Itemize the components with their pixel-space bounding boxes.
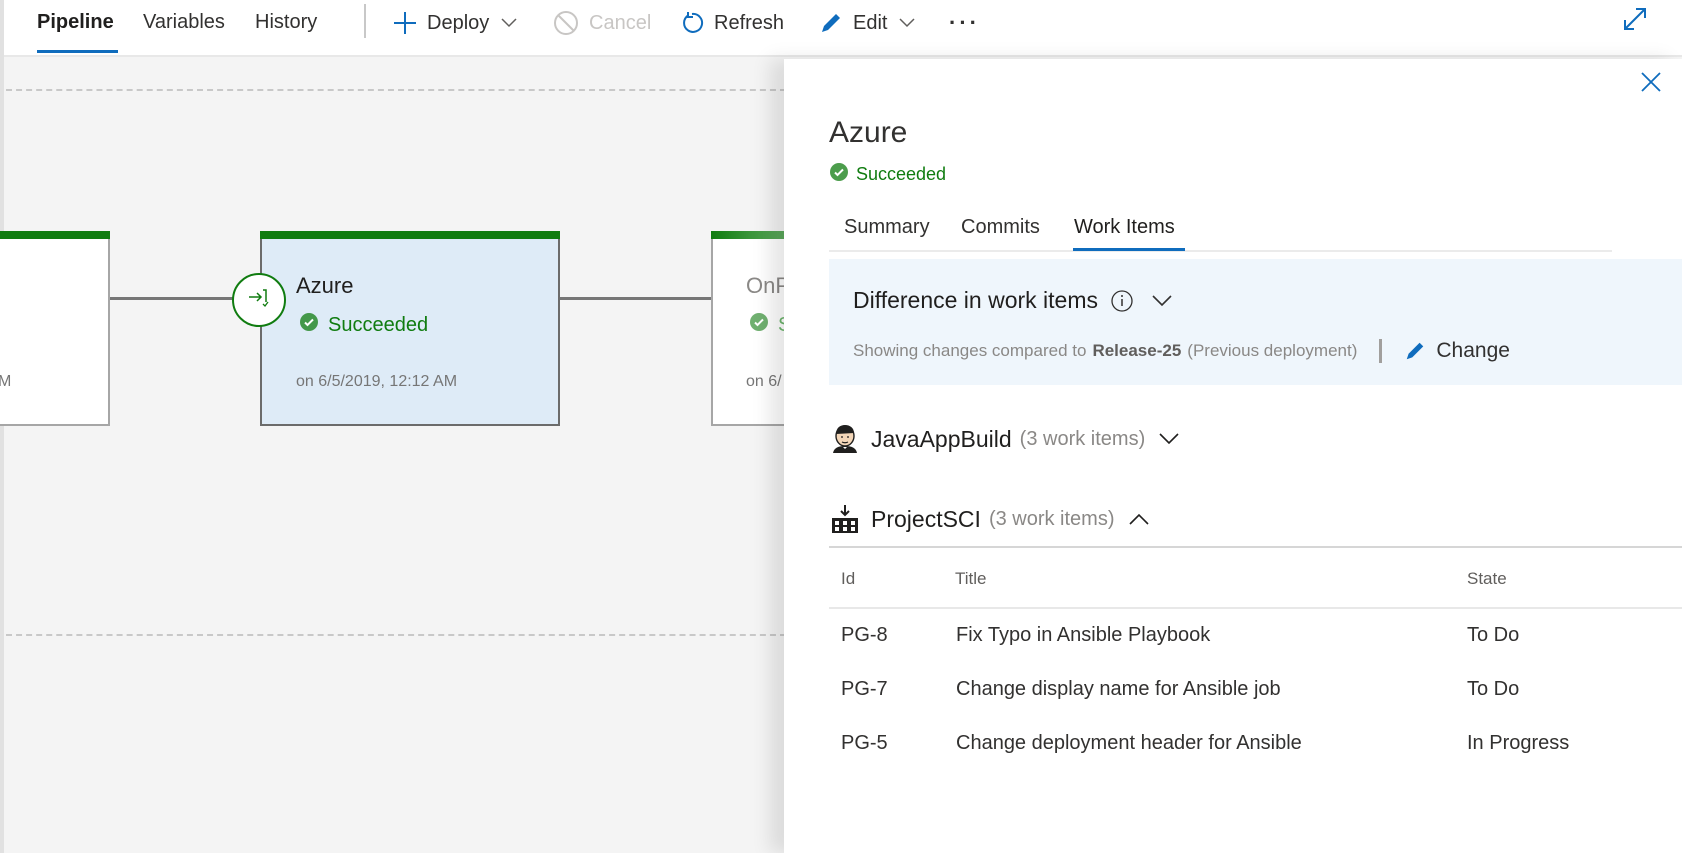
- chevron-up-icon[interactable]: [1128, 513, 1149, 525]
- success-check-icon: [830, 163, 848, 186]
- work-item-title[interactable]: Change display name for Ansible job: [956, 678, 1281, 701]
- edit-button[interactable]: Edit: [819, 8, 915, 38]
- stage-status-label: Succeeded: [328, 313, 429, 336]
- tab-summary[interactable]: Summary: [844, 216, 930, 239]
- pre-deployment-conditions-button[interactable]: [232, 273, 286, 327]
- table-header-divider: [829, 607, 1682, 609]
- cancel-button[interactable]: Cancel: [553, 8, 651, 38]
- work-item-id[interactable]: PG-7: [841, 678, 888, 701]
- success-check-icon: [750, 313, 768, 337]
- comparison-description: Showing changes compared to Release-25 (…: [853, 339, 1510, 363]
- refresh-label: Refresh: [714, 11, 785, 34]
- comparison-prefix: Showing changes compared to: [853, 341, 1087, 360]
- tab-history[interactable]: History: [255, 10, 317, 44]
- stage-details-panel: Azure Succeeded Summary Commits Work Ite…: [784, 59, 1682, 853]
- work-item-state: To Do: [1467, 678, 1520, 700]
- panel-status: Succeeded: [830, 163, 946, 186]
- plus-icon: [393, 11, 417, 35]
- column-header-id[interactable]: Id: [841, 569, 855, 589]
- info-icon[interactable]: [1110, 289, 1134, 313]
- close-icon[interactable]: [1640, 71, 1662, 98]
- active-tab-indicator: [37, 50, 118, 53]
- artifact-projectsci[interactable]: ProjectSCI (3 work items): [829, 503, 1149, 535]
- tab-pipeline[interactable]: Pipeline: [37, 10, 114, 44]
- toolbar: Pipeline Variables History Deploy Cancel…: [4, 0, 1682, 57]
- edit-label: Edit: [853, 11, 888, 34]
- tab-work-items[interactable]: Work Items: [1074, 216, 1175, 239]
- stage-date: on 6/5/2019, 12:12 AM: [296, 373, 458, 390]
- difference-header[interactable]: Difference in work items: [853, 287, 1172, 314]
- change-button[interactable]: Change: [1404, 339, 1510, 363]
- chevron-down-icon[interactable]: [899, 18, 915, 28]
- success-check-icon: [300, 313, 318, 337]
- stage-connector: [560, 297, 712, 300]
- stage-lane-bottom-border: [6, 634, 786, 636]
- more-actions-button[interactable]: ···: [949, 10, 980, 36]
- work-item-title[interactable]: Change deployment header for Ansible: [956, 732, 1302, 755]
- build-factory-icon: [829, 503, 861, 535]
- stage-date: M: [0, 373, 12, 390]
- work-item-state: In Progress: [1467, 732, 1570, 754]
- column-header-title[interactable]: Title: [955, 569, 987, 589]
- column-header-state[interactable]: State: [1467, 569, 1507, 589]
- left-edge: [0, 0, 4, 853]
- table-top-border: [829, 546, 1682, 548]
- work-item-id[interactable]: PG-8: [841, 624, 888, 647]
- stage-date: on 6/: [746, 373, 782, 390]
- work-item-count: (3 work items): [1019, 427, 1146, 450]
- tab-commits[interactable]: Commits: [961, 216, 1040, 239]
- stage-connector: [108, 297, 234, 300]
- difference-title: Difference in work items: [853, 287, 1098, 313]
- deploy-button[interactable]: Deploy: [393, 8, 517, 38]
- stage-status-bar: [260, 231, 560, 239]
- stage-name: Azure: [296, 273, 354, 298]
- active-tab-indicator: [1073, 248, 1185, 251]
- artifact-name: JavaAppBuild: [871, 425, 1012, 452]
- tabs-divider: [829, 250, 1612, 252]
- refresh-button[interactable]: Refresh: [680, 8, 784, 38]
- pencil-icon: [819, 11, 843, 35]
- toolbar-divider: [364, 4, 366, 38]
- tab-variables[interactable]: Variables: [143, 10, 225, 44]
- chevron-down-icon[interactable]: [1159, 433, 1179, 445]
- difference-section: Difference in work items Showing changes…: [829, 259, 1682, 385]
- panel-status-label: Succeeded: [856, 164, 947, 184]
- chevron-down-icon[interactable]: [1152, 294, 1172, 307]
- comparison-suffix: (Previous deployment): [1187, 341, 1358, 360]
- artifact-javaappbuild[interactable]: JavaAppBuild (3 work items): [829, 423, 1179, 455]
- work-item-title[interactable]: Fix Typo in Ansible Playbook: [956, 624, 1210, 647]
- stage-card-previous[interactable]: M: [0, 231, 110, 426]
- deploy-label: Deploy: [427, 11, 490, 34]
- divider: [1379, 339, 1383, 363]
- change-label: Change: [1436, 339, 1510, 362]
- pre-deployment-icon: [246, 285, 272, 316]
- work-item-state: To Do: [1467, 624, 1520, 646]
- stage-status: Succeeded: [300, 313, 428, 337]
- panel-title: Azure: [829, 116, 908, 149]
- expand-icon[interactable]: [1622, 6, 1648, 37]
- refresh-icon: [680, 11, 704, 35]
- cancel-icon: [553, 10, 579, 36]
- work-item-id[interactable]: PG-5: [841, 732, 888, 755]
- pencil-icon: [1404, 340, 1426, 362]
- jenkins-icon: [829, 423, 861, 455]
- comparison-release: Release-25: [1092, 341, 1182, 360]
- release-pipeline-view: Pipeline Variables History Deploy Cancel…: [0, 0, 1682, 853]
- stage-card-azure[interactable]: Azure Succeeded on 6/5/2019, 12:12 AM: [260, 231, 560, 426]
- artifact-name: ProjectSCI: [871, 505, 981, 532]
- work-item-count: (3 work items): [988, 507, 1115, 530]
- stage-lane-top-border: [6, 89, 786, 91]
- stage-status-bar: [0, 231, 110, 239]
- cancel-label: Cancel: [589, 11, 652, 34]
- chevron-down-icon[interactable]: [501, 18, 517, 28]
